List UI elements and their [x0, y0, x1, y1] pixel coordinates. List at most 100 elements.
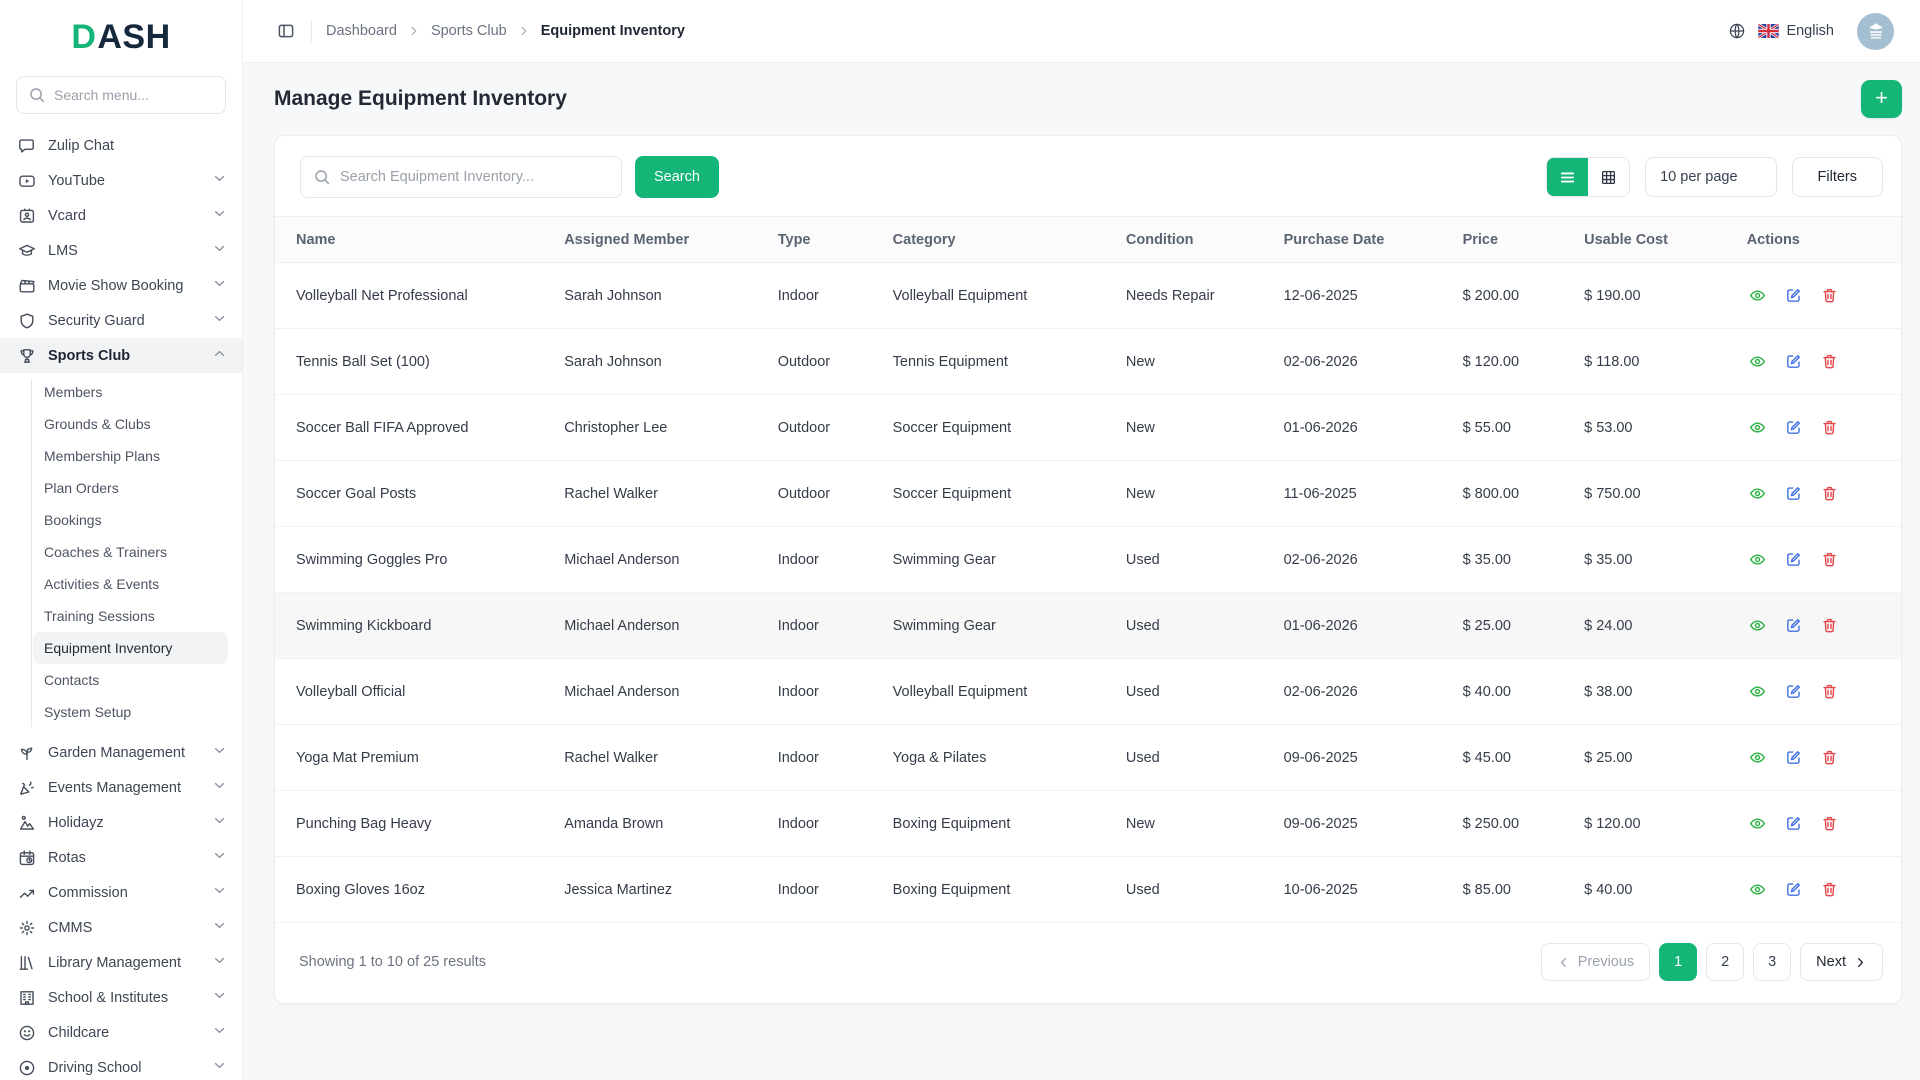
view-button[interactable] — [1747, 879, 1768, 900]
edit-button[interactable] — [1783, 813, 1804, 834]
sidebar-item-label: Rotas — [48, 849, 86, 866]
delete-button[interactable] — [1819, 615, 1840, 636]
delete-button[interactable] — [1819, 681, 1840, 702]
delete-button[interactable] — [1819, 417, 1840, 438]
breadcrumb-sports-club[interactable]: Sports Club — [431, 23, 507, 39]
edit-button[interactable] — [1783, 879, 1804, 900]
equipment-search-input[interactable] — [340, 169, 609, 185]
per-page-select[interactable]: 10 per page — [1645, 157, 1777, 197]
sidebar-search-input[interactable] — [54, 87, 214, 103]
sidebar-subitem-activities-events[interactable]: Activities & Events — [0, 568, 242, 600]
delete-button[interactable] — [1819, 747, 1840, 768]
cell-usable_cost: $ 38.00 — [1574, 658, 1737, 725]
cell-name: Soccer Goal Posts — [275, 460, 555, 527]
column-header-name[interactable]: Name — [275, 216, 555, 263]
delete-button[interactable] — [1819, 879, 1840, 900]
sidebar-subitem-plan-orders[interactable]: Plan Orders — [0, 472, 242, 504]
cell-type: Outdoor — [767, 328, 883, 395]
cell-price: $ 40.00 — [1452, 658, 1575, 725]
view-button[interactable] — [1747, 417, 1768, 438]
sidebar-item-driving-school[interactable]: Driving School — [0, 1050, 242, 1080]
sidebar-item-events-management[interactable]: Events Management — [0, 770, 242, 805]
language-selector[interactable]: English — [1758, 23, 1841, 39]
edit-button[interactable] — [1783, 549, 1804, 570]
sidebar-item-label: Driving School — [48, 1059, 142, 1076]
cell-name: Yoga Mat Premium — [275, 724, 555, 791]
add-equipment-button[interactable]: + — [1861, 80, 1902, 118]
sidebar-item-cmms[interactable]: CMMS — [0, 910, 242, 945]
page-button-2[interactable]: 2 — [1706, 943, 1745, 981]
grid-view-button[interactable] — [1588, 158, 1630, 196]
sidebar-item-vcard[interactable]: Vcard — [0, 198, 242, 233]
edit-button[interactable] — [1783, 417, 1804, 438]
sidebar-item-label: Childcare — [48, 1024, 110, 1041]
edit-button[interactable] — [1783, 615, 1804, 636]
view-button[interactable] — [1747, 615, 1768, 636]
sidebar-item-childcare[interactable]: Childcare — [0, 1015, 242, 1050]
edit-button[interactable] — [1783, 681, 1804, 702]
sidebar-item-garden-management[interactable]: Garden Management — [0, 735, 242, 770]
edit-button[interactable] — [1783, 747, 1804, 768]
sidebar-search — [16, 76, 226, 114]
previous-page-button[interactable]: Previous — [1540, 943, 1651, 981]
sidebar-menu: Zulip Chat YouTube Vcard LMS Movie Show Book… — [0, 128, 242, 1080]
submenu-sports-club: Members Grounds & Clubs Membership Plans Pl… — [0, 373, 242, 735]
sidebar-item-lms[interactable]: LMS — [0, 233, 242, 268]
sidebar-subitem-coaches-trainers[interactable]: Coaches & Trainers — [0, 536, 242, 568]
equipment-card: Search 10 per page Filter — [274, 135, 1902, 1004]
filters-button[interactable]: Filters — [1791, 157, 1883, 197]
sidebar-item-holidayz[interactable]: Holidayz — [0, 805, 242, 840]
view-button[interactable] — [1747, 747, 1768, 768]
globe-button[interactable] — [1728, 22, 1746, 40]
sidebar-item-youtube[interactable]: YouTube — [0, 163, 242, 198]
view-button[interactable] — [1747, 549, 1768, 570]
sidebar-subitem-grounds-clubs[interactable]: Grounds & Clubs — [0, 408, 242, 440]
sidebar-item-school-institutes[interactable]: School & Institutes — [0, 980, 242, 1015]
breadcrumb-dashboard[interactable]: Dashboard — [326, 23, 397, 39]
sidebar-item-zulip-chat[interactable]: Zulip Chat — [0, 128, 242, 163]
table-row-swimming-kickboard: Swimming Kickboard Michael Anderson Indoor… — [275, 592, 1901, 659]
cell-type: Outdoor — [767, 460, 883, 527]
sidebar-item-library-management[interactable]: Library Management — [0, 945, 242, 980]
page-button-3[interactable]: 3 — [1753, 943, 1792, 981]
delete-button[interactable] — [1819, 549, 1840, 570]
sidebar-item-sports-club[interactable]: Sports Club — [0, 338, 242, 373]
sidebar-subitem-contacts[interactable]: Contacts — [0, 664, 242, 696]
sidebar-item-commission[interactable]: Commission — [0, 875, 242, 910]
sidebar-subitem-system-setup[interactable]: System Setup — [0, 696, 242, 728]
eye-icon — [1749, 287, 1766, 304]
page-button-1[interactable]: 1 — [1659, 943, 1698, 981]
sidebar-subitem-members[interactable]: Members — [0, 376, 242, 408]
next-page-button[interactable]: Next — [1800, 943, 1883, 981]
cell-member: Michael Anderson — [554, 658, 768, 725]
delete-button[interactable] — [1819, 483, 1840, 504]
column-header-usable-cost: Usable Cost — [1574, 216, 1737, 263]
delete-button[interactable] — [1819, 285, 1840, 306]
sidebar-subitem-equipment-inventory[interactable]: Equipment Inventory — [33, 632, 228, 664]
topbar-divider — [311, 20, 312, 42]
sidebar-item-movie-show-booking[interactable]: Movie Show Booking — [0, 268, 242, 303]
search-button[interactable]: Search — [635, 156, 719, 198]
sidebar-subitem-training-sessions[interactable]: Training Sessions — [0, 600, 242, 632]
sidebar-item-rotas[interactable]: Rotas — [0, 840, 242, 875]
chevron-down-icon — [213, 277, 226, 290]
sidebar-subitem-membership-plans[interactable]: Membership Plans — [0, 440, 242, 472]
view-button[interactable] — [1747, 483, 1768, 504]
sidebar-subitem-bookings[interactable]: Bookings — [0, 504, 242, 536]
cell-member: Amanda Brown — [554, 790, 768, 857]
cell-member: Sarah Johnson — [554, 328, 768, 395]
list-view-button[interactable] — [1547, 158, 1589, 196]
view-button[interactable] — [1747, 813, 1768, 834]
edit-button[interactable] — [1783, 285, 1804, 306]
view-button[interactable] — [1747, 351, 1768, 372]
edit-button[interactable] — [1783, 483, 1804, 504]
trash-icon — [1821, 881, 1838, 898]
user-avatar[interactable] — [1857, 12, 1894, 50]
sidebar-toggle-button[interactable] — [275, 20, 297, 42]
edit-button[interactable] — [1783, 351, 1804, 372]
sidebar-item-security-guard[interactable]: Security Guard — [0, 303, 242, 338]
view-button[interactable] — [1747, 681, 1768, 702]
delete-button[interactable] — [1819, 351, 1840, 372]
delete-button[interactable] — [1819, 813, 1840, 834]
view-button[interactable] — [1747, 285, 1768, 306]
